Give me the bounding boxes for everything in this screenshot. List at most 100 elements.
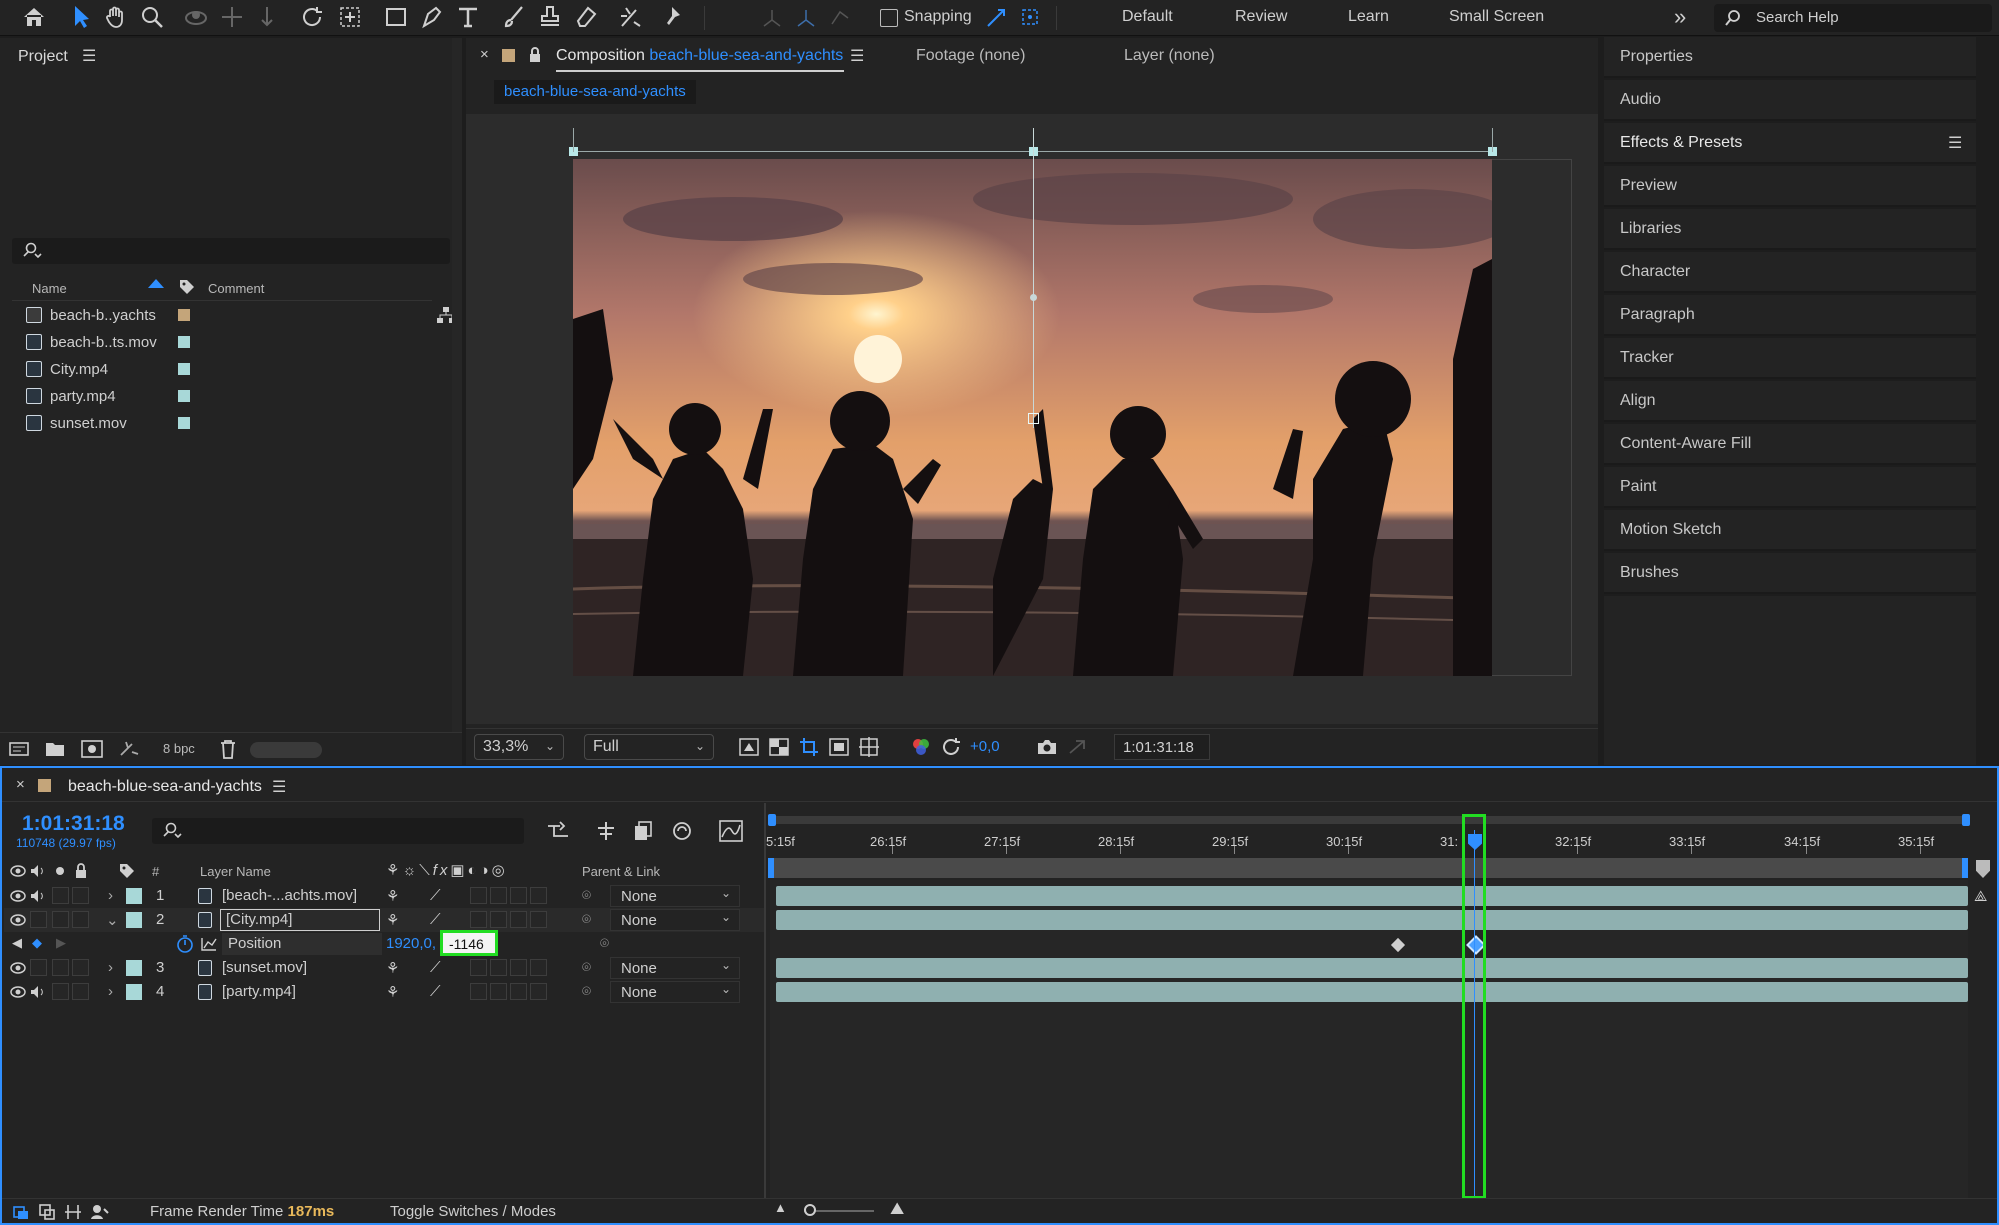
parent-dropdown[interactable]: None ⌄ <box>610 981 740 1003</box>
adjustment-switch[interactable] <box>510 887 527 904</box>
3d-switch[interactable] <box>530 959 547 976</box>
selection-tool-icon[interactable] <box>70 4 92 30</box>
fx-switch[interactable] <box>470 983 487 1000</box>
transfer-controls-icon[interactable] <box>38 1203 56 1221</box>
solo-switch[interactable] <box>52 959 69 976</box>
anchor-point-handle[interactable] <box>1028 413 1039 424</box>
quality-switch-icon[interactable]: ⟋ <box>430 959 441 976</box>
puppet-pin-icon[interactable] <box>660 4 684 30</box>
clone-stamp-icon[interactable] <box>538 4 562 30</box>
transparency-grid-icon[interactable] <box>768 737 790 757</box>
3d-switch[interactable] <box>530 887 547 904</box>
panel-properties[interactable]: Properties <box>1604 37 1976 78</box>
adjustment-switch[interactable] <box>510 983 527 1000</box>
close-tab-icon[interactable]: × <box>480 46 489 63</box>
channel-icon[interactable] <box>910 736 932 758</box>
panel-motion-sketch[interactable]: Motion Sketch <box>1604 510 1976 551</box>
render-time-icon[interactable] <box>90 1203 110 1221</box>
layer-row-4[interactable]: › 4 [party.mp4] ⚘ ⟋ ⌾ None ⌄ <box>4 980 764 1004</box>
current-time-display[interactable]: 1:01:31:18 <box>22 812 125 836</box>
project-item[interactable]: beach-b..yachts <box>12 302 442 329</box>
expand-arrow-icon[interactable]: › <box>108 959 113 976</box>
solo-switch[interactable] <box>52 983 69 1000</box>
resolution-dropdown[interactable]: Full ⌄ <box>584 734 714 760</box>
audio-enable-icon[interactable] <box>30 889 46 903</box>
shy-switch-icon[interactable]: ⚘ <box>386 983 399 1001</box>
timeline-tab[interactable]: beach-blue-sea-and-yachts <box>68 778 262 796</box>
tab-layer[interactable]: Layer (none) <box>1124 47 1215 65</box>
solo-switch[interactable] <box>52 911 69 928</box>
home-icon[interactable] <box>22 6 46 28</box>
layer-pane-divider[interactable] <box>764 803 766 1199</box>
search-help-field[interactable]: Search Help <box>1714 4 1992 32</box>
magnification-dropdown[interactable]: 33,3% ⌄ <box>474 734 564 760</box>
label-color-swatch[interactable] <box>178 417 190 429</box>
expression-pick-whip-icon[interactable]: ⌾ <box>600 935 609 952</box>
project-settings-icon[interactable] <box>118 738 142 760</box>
audio-enable-icon[interactable] <box>30 985 46 999</box>
comp-tab-menu-icon[interactable]: ☰ <box>850 46 864 66</box>
zoom-tool-icon[interactable] <box>140 5 164 29</box>
fx-switch[interactable] <box>470 887 487 904</box>
work-area-start-handle[interactable] <box>768 814 776 826</box>
workspace-review[interactable]: Review <box>1235 8 1287 26</box>
label-tag-icon[interactable] <box>178 278 196 296</box>
solo-switch[interactable] <box>52 887 69 904</box>
shy-switch-icon[interactable]: ⚘ <box>386 911 399 929</box>
panel-character[interactable]: Character <box>1604 252 1976 293</box>
hand-tool-icon[interactable] <box>104 5 128 29</box>
zoom-in-icon[interactable]: ⛰ <box>890 1199 904 1219</box>
layer-out-point-icon[interactable]: ⟁ <box>1974 888 1987 905</box>
timeline-zoom-thumb[interactable] <box>804 1204 816 1216</box>
panel-libraries[interactable]: Libraries <box>1604 209 1976 250</box>
adjustment-switch[interactable] <box>510 911 527 928</box>
quality-switch-icon[interactable]: ⟋ <box>430 983 441 1000</box>
layer-bar-4[interactable] <box>776 982 1968 1002</box>
exposure-value[interactable]: +0,0 <box>970 738 1000 755</box>
workspace-small-screen[interactable]: Small Screen <box>1449 8 1544 26</box>
project-item[interactable]: party.mp4 <box>12 383 442 410</box>
workspace-overflow-icon[interactable]: » <box>1674 4 1686 30</box>
effects-menu-icon[interactable]: ☰ <box>1948 133 1962 153</box>
panel-align[interactable]: Align <box>1604 381 1976 422</box>
position-property-row[interactable]: ◀ ◆ ▶ Position 1920,0, -1146 ⌾ <box>4 930 764 956</box>
snap-edges-icon[interactable] <box>984 6 1008 30</box>
project-item[interactable]: beach-b..ts.mov <box>12 329 442 356</box>
video-visibility-icon[interactable] <box>10 913 26 927</box>
brush-tool-icon[interactable] <box>502 4 526 30</box>
panel-content-aware-fill[interactable]: Content-Aware Fill <box>1604 424 1976 465</box>
label-color-swatch[interactable] <box>178 390 190 402</box>
3d-switch[interactable] <box>530 911 547 928</box>
prev-keyframe-icon[interactable]: ◀ <box>12 935 22 951</box>
guide-options-icon[interactable] <box>858 736 880 758</box>
project-col-comment[interactable]: Comment <box>208 281 264 296</box>
viewer-canvas[interactable] <box>466 114 1598 724</box>
zoom-out-icon[interactable]: ▲ <box>774 1200 787 1215</box>
timeline-navigator[interactable] <box>770 858 1968 878</box>
layer-row-1[interactable]: › 1 [beach-...achts.mov] ⚘ ⟋ ⌾ None ⌄ <box>4 884 764 908</box>
roto-brush-icon[interactable] <box>618 4 644 30</box>
label-color-swatch[interactable] <box>178 309 190 321</box>
frame-blending-icon[interactable] <box>670 820 694 842</box>
snap-features-icon[interactable] <box>1018 5 1042 29</box>
eraser-tool-icon[interactable] <box>574 4 598 30</box>
lock-switch[interactable] <box>72 887 89 904</box>
pick-whip-icon[interactable]: ⌾ <box>582 911 591 928</box>
timeline-search-field[interactable] <box>152 818 524 844</box>
project-menu-icon[interactable]: ☰ <box>82 46 96 66</box>
motion-blur-switch[interactable] <box>490 983 507 1000</box>
graph-editor-icon[interactable] <box>718 819 744 843</box>
quality-switch-icon[interactable]: ⟋ <box>430 887 441 904</box>
project-panel-title[interactable]: Project <box>18 48 68 66</box>
adjustment-switch[interactable] <box>510 959 527 976</box>
quality-switch-icon[interactable]: ⟋ <box>430 911 441 928</box>
reset-exposure-icon[interactable] <box>940 736 962 758</box>
layer-label-swatch[interactable] <box>126 960 142 976</box>
in-out-toggle-icon[interactable] <box>64 1203 82 1221</box>
snapshot-camera-icon[interactable] <box>1036 737 1058 757</box>
panel-paint[interactable]: Paint <box>1604 467 1976 508</box>
lock-switch[interactable] <box>72 959 89 976</box>
draft-3d-icon[interactable] <box>594 820 618 842</box>
close-timeline-icon[interactable]: × <box>16 776 25 793</box>
layer-label-swatch[interactable] <box>126 984 142 1000</box>
